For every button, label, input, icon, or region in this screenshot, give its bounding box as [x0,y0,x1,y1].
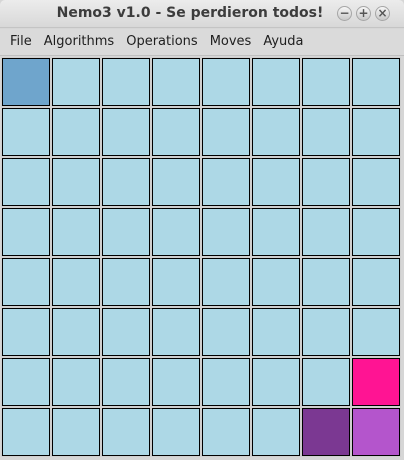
board-cell[interactable] [151,257,201,307]
game-board [1,57,401,457]
board-cell[interactable] [251,307,301,357]
board-cell[interactable] [151,157,201,207]
board-cell[interactable] [151,357,201,407]
board-cell[interactable] [51,257,101,307]
board-cell[interactable] [51,307,101,357]
board-cell[interactable] [251,257,301,307]
board-cell[interactable] [201,407,251,457]
board-cell[interactable] [251,357,301,407]
board-cell[interactable] [301,57,351,107]
board-cell[interactable] [51,207,101,257]
board-cell[interactable] [51,157,101,207]
board-cell[interactable] [251,107,301,157]
board-cell[interactable] [101,207,151,257]
board-cell[interactable] [201,157,251,207]
board-cell[interactable] [101,157,151,207]
board-cell[interactable] [51,407,101,457]
minimize-icon[interactable]: − [337,6,352,21]
board-cell[interactable] [1,207,51,257]
board-cell[interactable] [1,107,51,157]
board-cell[interactable] [101,257,151,307]
board-cell[interactable] [101,57,151,107]
board-cell[interactable] [1,157,51,207]
board-cell[interactable] [301,107,351,157]
menu-file[interactable]: File [4,29,38,56]
board-cell[interactable] [351,207,401,257]
board-cell[interactable] [251,407,301,457]
title-bar[interactable]: Nemo3 v1.0 - Se perdieron todos! − + × [0,0,404,28]
close-icon[interactable]: × [375,6,390,21]
menu-algorithms[interactable]: Algorithms [38,29,120,56]
board-cell[interactable] [351,357,401,407]
menu-bar: File Algorithms Operations Moves Ayuda [0,29,404,56]
board-cell[interactable] [1,407,51,457]
board-cell[interactable] [151,57,201,107]
board-cell[interactable] [151,307,201,357]
board-cell[interactable] [301,407,351,457]
board-cell[interactable] [351,107,401,157]
menu-operations[interactable]: Operations [120,29,203,56]
board-cell[interactable] [151,107,201,157]
board-cell[interactable] [1,57,51,107]
board-cell[interactable] [351,407,401,457]
board-cell[interactable] [101,357,151,407]
window-title: Nemo3 v1.0 - Se perdieron todos! [56,5,324,21]
board-cell[interactable] [201,257,251,307]
board-cell[interactable] [351,307,401,357]
board-cell[interactable] [101,407,151,457]
board-cell[interactable] [201,357,251,407]
board-cell[interactable] [251,207,301,257]
board-cell[interactable] [201,57,251,107]
maximize-icon[interactable]: + [356,6,371,21]
board-cell[interactable] [301,207,351,257]
board-cell[interactable] [1,307,51,357]
board-cell[interactable] [351,157,401,207]
board-cell[interactable] [301,257,351,307]
board-cell[interactable] [51,357,101,407]
board-cell[interactable] [101,107,151,157]
board-cell[interactable] [201,307,251,357]
board-cell[interactable] [201,107,251,157]
board-cell[interactable] [301,157,351,207]
board-cell[interactable] [1,257,51,307]
board-cell[interactable] [151,207,201,257]
board-cell[interactable] [51,107,101,157]
board-cell[interactable] [251,57,301,107]
board-cell[interactable] [51,57,101,107]
board-cell[interactable] [301,357,351,407]
board-cell[interactable] [101,307,151,357]
menu-moves[interactable]: Moves [204,29,258,56]
board-cell[interactable] [151,407,201,457]
board-cell[interactable] [301,307,351,357]
board-cell[interactable] [201,207,251,257]
board-cell[interactable] [251,157,301,207]
board-cell[interactable] [351,257,401,307]
board-cell[interactable] [351,57,401,107]
menu-ayuda[interactable]: Ayuda [257,29,309,56]
board-cell[interactable] [1,357,51,407]
